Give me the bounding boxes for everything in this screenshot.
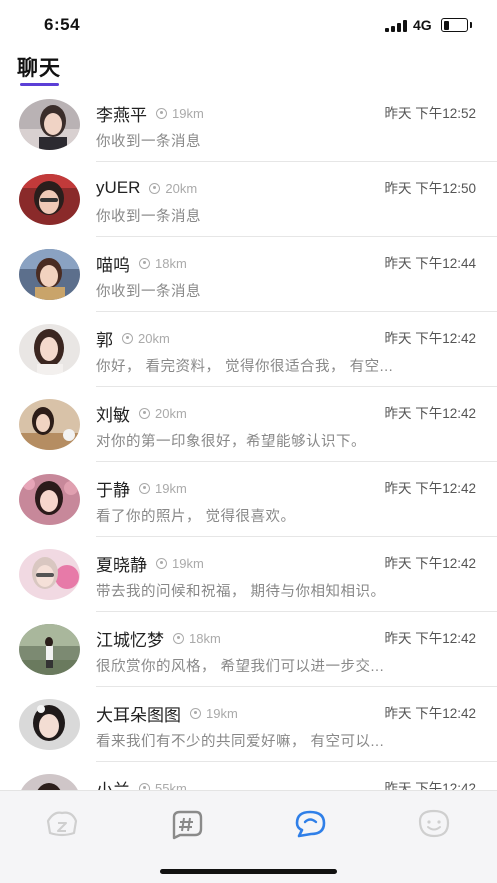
location-icon: [139, 407, 150, 419]
chat-distance: 19km: [206, 705, 238, 721]
chat-message-preview: 对你的第一印象很好，希望能够认识下。: [96, 434, 366, 450]
chat-item[interactable]: 郭 20km 昨天 下午12:42 你好， 看完资料， 觉得你很适合我， 有空.…: [0, 312, 497, 387]
chat-message-preview: 你收到一条消息: [96, 209, 201, 225]
chat-name-row: 李燕平 19km: [96, 101, 204, 125]
chat-name-row: 夏晓静 19km: [96, 551, 204, 575]
chat-name: 江城忆梦: [96, 630, 164, 650]
chat-name: 于静: [96, 480, 130, 500]
location-icon: [149, 182, 161, 194]
avatar: [19, 174, 80, 225]
chat-message-preview: 看了你的照片， 觉得很喜欢。: [96, 509, 296, 525]
chat-name-row: 刘敏 20km: [96, 401, 187, 425]
tab-home[interactable]: [44, 807, 80, 841]
signal-icon: [385, 20, 407, 32]
tab-chat[interactable]: [293, 807, 329, 841]
chat-distance: 18km: [189, 630, 221, 646]
chat-item[interactable]: 于静 19km 昨天 下午12:42 看了你的照片， 觉得很喜欢。: [0, 462, 497, 537]
chat-time: 昨天 下午12:50: [384, 181, 476, 196]
chat-message-preview: 你好， 看完资料， 觉得你很适合我， 有空...: [96, 359, 394, 375]
chat-name: 郭: [96, 330, 113, 350]
chat-message-preview: 带去我的问候和祝福， 期待与你相知相识。: [96, 584, 386, 600]
status-time: 6:54: [44, 15, 81, 34]
avatar: [19, 624, 80, 675]
battery-cap: [470, 22, 472, 28]
chat-list[interactable]: 李燕平 19km 昨天 下午12:52 你收到一条消息 yUER 20km 昨天…: [0, 87, 497, 790]
tab-discover[interactable]: [168, 807, 204, 841]
chat-message-preview: 你收到一条消息: [96, 284, 201, 300]
tab-me[interactable]: [416, 807, 452, 841]
location-icon: [173, 632, 184, 644]
chat-name-row: 郭 20km: [96, 326, 170, 350]
chat-message-preview: 很欣赏你的风格， 希望我们可以进一步交...: [96, 659, 385, 675]
network-type: 4G: [413, 17, 432, 33]
chat-item[interactable]: 刘敏 20km 昨天 下午12:42 对你的第一印象很好，希望能够认识下。: [0, 387, 497, 462]
avatar: [19, 99, 80, 150]
chat-time: 昨天 下午12:42: [384, 331, 476, 346]
chat-item[interactable]: 夏晓静 19km 昨天 下午12:42 带去我的问候和祝福， 期待与你相知相识。: [0, 537, 497, 612]
chat-item[interactable]: 李燕平 19km 昨天 下午12:52 你收到一条消息: [0, 87, 497, 162]
chat-name: 刘敏: [96, 405, 130, 425]
chat-name-row: 喵呜 18km: [96, 251, 187, 275]
home-z-icon: [46, 811, 78, 837]
chat-item[interactable]: 喵呜 18km 昨天 下午12:44 你收到一条消息: [0, 237, 497, 312]
status-bar: 6:54 4G: [0, 0, 497, 46]
avatar: [19, 699, 80, 750]
chat-item[interactable]: yUER 20km 昨天 下午12:50 你收到一条消息: [0, 162, 497, 237]
chat-message-preview: 看来我们有不少的共同爱好嘛， 有空可以...: [96, 734, 385, 750]
chat-time: 昨天 下午12:52: [384, 106, 476, 121]
title-underline: [20, 83, 59, 86]
hashtag-icon: [172, 810, 203, 840]
chat-message-preview: 你收到一条消息: [96, 134, 201, 150]
chat-name: 夏晓静: [96, 555, 147, 575]
smiley-icon: [418, 809, 450, 838]
chat-name: 李燕平: [96, 105, 147, 125]
avatar: [19, 324, 80, 375]
avatar: [19, 399, 80, 450]
chat-bubble-icon: [295, 810, 326, 838]
chat-distance: 55km: [155, 780, 187, 791]
location-icon: [139, 782, 150, 790]
chat-time: 昨天 下午12:42: [384, 631, 476, 646]
avatar: [19, 249, 80, 300]
chat-time: 昨天 下午12:42: [384, 556, 476, 571]
location-icon: [156, 557, 167, 569]
chat-item[interactable]: 大耳朵图图 19km 昨天 下午12:42 看来我们有不少的共同爱好嘛， 有空可…: [0, 687, 497, 762]
chat-name-row: 小兰 55km: [96, 776, 187, 790]
chat-distance: 19km: [172, 105, 204, 121]
location-icon: [156, 107, 167, 119]
chat-name: 大耳朵图图: [96, 705, 181, 725]
chat-time: 昨天 下午12:44: [384, 256, 476, 271]
chat-name-row: 大耳朵图图 19km: [96, 701, 238, 725]
chat-distance: 20km: [155, 405, 187, 421]
chat-item[interactable]: 小兰 55km 昨天 下午12:42: [0, 762, 497, 790]
chat-distance: 19km: [172, 555, 204, 571]
location-icon: [190, 707, 201, 719]
battery-icon: [441, 18, 468, 32]
location-icon: [139, 257, 150, 269]
chat-name-row: 于静 19km: [96, 476, 187, 500]
location-icon: [139, 482, 150, 494]
chat-name-row: 江城忆梦 18km: [96, 626, 221, 650]
chat-name: 小兰: [96, 780, 130, 791]
chat-distance: 20km: [165, 180, 198, 196]
chat-time: 昨天 下午12:42: [384, 706, 476, 721]
chat-distance: 18km: [155, 255, 187, 271]
chat-name: 喵呜: [96, 255, 130, 275]
chat-distance: 20km: [138, 330, 170, 346]
chat-time: 昨天 下午12:42: [384, 481, 476, 496]
chat-name-row: yUER 20km: [96, 176, 197, 200]
chat-distance: 19km: [155, 480, 187, 496]
page-title: 聊天: [17, 57, 61, 80]
chat-time: 昨天 下午12:42: [384, 406, 476, 421]
avatar: [19, 474, 80, 525]
chat-name: yUER: [96, 178, 141, 197]
chat-time: 昨天 下午12:42: [384, 781, 476, 790]
home-indicator[interactable]: [160, 869, 337, 874]
chat-item[interactable]: 江城忆梦 18km 昨天 下午12:42 很欣赏你的风格， 希望我们可以进一步交…: [0, 612, 497, 687]
avatar: [19, 774, 80, 790]
location-icon: [122, 332, 133, 344]
avatar: [19, 549, 80, 600]
